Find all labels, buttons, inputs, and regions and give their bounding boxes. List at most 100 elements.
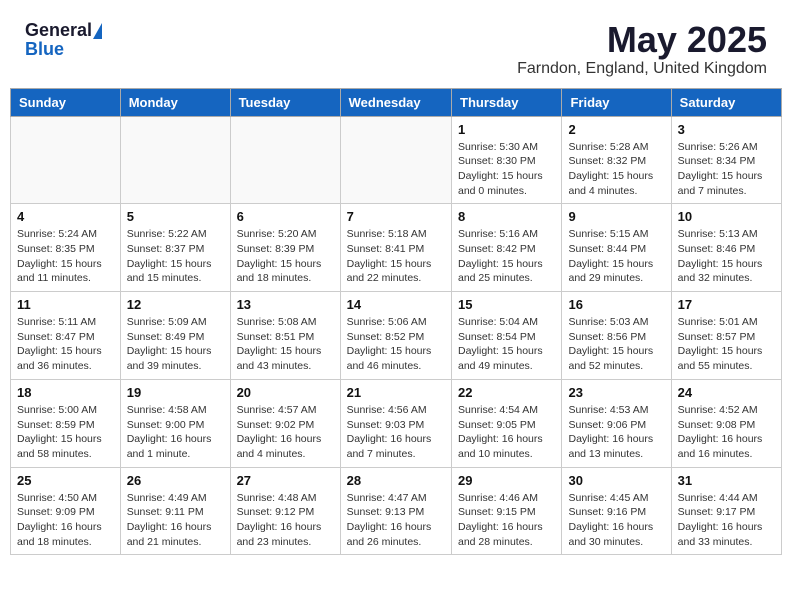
day-number: 11 xyxy=(17,297,114,312)
day-number: 17 xyxy=(678,297,775,312)
day-number: 14 xyxy=(347,297,445,312)
calendar-cell: 15 Sunrise: 5:04 AM Sunset: 8:54 PM Dayli… xyxy=(452,292,562,380)
day-info: Sunrise: 5:11 AM Sunset: 8:47 PM Dayligh… xyxy=(17,315,114,374)
day-info: Sunrise: 5:16 AM Sunset: 8:42 PM Dayligh… xyxy=(458,227,555,286)
day-number: 13 xyxy=(237,297,334,312)
calendar-week-row-5: 25 Sunrise: 4:50 AM Sunset: 9:09 PM Dayli… xyxy=(11,467,782,555)
calendar-cell xyxy=(11,116,121,204)
calendar-cell: 9 Sunrise: 5:15 AM Sunset: 8:44 PM Daylig… xyxy=(562,204,671,292)
day-info: Sunrise: 4:45 AM Sunset: 9:16 PM Dayligh… xyxy=(568,491,664,550)
calendar-cell xyxy=(230,116,340,204)
day-info: Sunrise: 4:48 AM Sunset: 9:12 PM Dayligh… xyxy=(237,491,334,550)
day-number: 20 xyxy=(237,385,334,400)
calendar-cell: 26 Sunrise: 4:49 AM Sunset: 9:11 PM Dayli… xyxy=(120,467,230,555)
day-number: 24 xyxy=(678,385,775,400)
day-number: 4 xyxy=(17,209,114,224)
weekday-header-monday: Monday xyxy=(120,88,230,116)
calendar-cell: 7 Sunrise: 5:18 AM Sunset: 8:41 PM Daylig… xyxy=(340,204,451,292)
logo-general-text: General xyxy=(25,20,92,41)
calendar-cell: 23Sunrise: 4:53 AM Sunset: 9:06 PM Dayli… xyxy=(562,379,671,467)
calendar-cell: 24 Sunrise: 4:52 AM Sunset: 9:08 PM Dayli… xyxy=(671,379,781,467)
day-number: 21 xyxy=(347,385,445,400)
calendar-cell: 30 Sunrise: 4:45 AM Sunset: 9:16 PM Dayli… xyxy=(562,467,671,555)
page-header: General Blue May 2025 Farndon, England, … xyxy=(10,10,782,83)
day-number: 1 xyxy=(458,122,555,137)
calendar-table: SundayMondayTuesdayWednesdayThursdayFrid… xyxy=(10,88,782,556)
calendar-cell: 29 Sunrise: 4:46 AM Sunset: 9:15 PM Dayli… xyxy=(452,467,562,555)
day-number: 28 xyxy=(347,473,445,488)
calendar-cell: 25 Sunrise: 4:50 AM Sunset: 9:09 PM Dayli… xyxy=(11,467,121,555)
calendar-cell: 8 Sunrise: 5:16 AM Sunset: 8:42 PM Daylig… xyxy=(452,204,562,292)
day-info: Sunrise: 4:46 AM Sunset: 9:15 PM Dayligh… xyxy=(458,491,555,550)
day-number: 19 xyxy=(127,385,224,400)
day-info: Sunrise: 4:50 AM Sunset: 9:09 PM Dayligh… xyxy=(17,491,114,550)
calendar-cell: 2Sunrise: 5:28 AM Sunset: 8:32 PM Daylig… xyxy=(562,116,671,204)
calendar-cell xyxy=(340,116,451,204)
calendar-cell: 3Sunrise: 5:26 AM Sunset: 8:34 PM Daylig… xyxy=(671,116,781,204)
day-info: Sunrise: 5:03 AM Sunset: 8:56 PM Dayligh… xyxy=(568,315,664,374)
day-number: 27 xyxy=(237,473,334,488)
weekday-header-friday: Friday xyxy=(562,88,671,116)
day-info: Sunrise: 4:56 AM Sunset: 9:03 PM Dayligh… xyxy=(347,403,445,462)
day-info: Sunrise: 4:47 AM Sunset: 9:13 PM Dayligh… xyxy=(347,491,445,550)
day-number: 31 xyxy=(678,473,775,488)
day-info: Sunrise: 5:01 AM Sunset: 8:57 PM Dayligh… xyxy=(678,315,775,374)
weekday-header-thursday: Thursday xyxy=(452,88,562,116)
calendar-cell: 16 Sunrise: 5:03 AM Sunset: 8:56 PM Dayli… xyxy=(562,292,671,380)
day-number: 25 xyxy=(17,473,114,488)
day-info: Sunrise: 5:18 AM Sunset: 8:41 PM Dayligh… xyxy=(347,227,445,286)
day-number: 18 xyxy=(17,385,114,400)
day-info: Sunrise: 5:00 AM Sunset: 8:59 PM Dayligh… xyxy=(17,403,114,462)
calendar-cell: 10 Sunrise: 5:13 AM Sunset: 8:46 PM Dayli… xyxy=(671,204,781,292)
logo-triangle-icon xyxy=(93,23,102,39)
day-number: 9 xyxy=(568,209,664,224)
calendar-cell: 14 Sunrise: 5:06 AM Sunset: 8:52 PM Dayli… xyxy=(340,292,451,380)
day-number: 29 xyxy=(458,473,555,488)
calendar-cell: 6 Sunrise: 5:20 AM Sunset: 8:39 PM Daylig… xyxy=(230,204,340,292)
day-info: Sunrise: 5:08 AM Sunset: 8:51 PM Dayligh… xyxy=(237,315,334,374)
day-number: 6 xyxy=(237,209,334,224)
day-info: Sunrise: 5:30 AM Sunset: 8:30 PM Dayligh… xyxy=(458,140,555,199)
day-info: Sunrise: 5:06 AM Sunset: 8:52 PM Dayligh… xyxy=(347,315,445,374)
day-info: Sunrise: 4:49 AM Sunset: 9:11 PM Dayligh… xyxy=(127,491,224,550)
calendar-cell: 28 Sunrise: 4:47 AM Sunset: 9:13 PM Dayli… xyxy=(340,467,451,555)
weekday-header-wednesday: Wednesday xyxy=(340,88,451,116)
day-info: Sunrise: 4:52 AM Sunset: 9:08 PM Dayligh… xyxy=(678,403,775,462)
calendar-cell: 19Sunrise: 4:58 AM Sunset: 9:00 PM Dayli… xyxy=(120,379,230,467)
calendar-cell: 13 Sunrise: 5:08 AM Sunset: 8:51 PM Dayli… xyxy=(230,292,340,380)
title-block: May 2025 Farndon, England, United Kingdo… xyxy=(517,20,767,78)
calendar-cell: 20 Sunrise: 4:57 AM Sunset: 9:02 PM Dayli… xyxy=(230,379,340,467)
day-number: 5 xyxy=(127,209,224,224)
day-number: 2 xyxy=(568,122,664,137)
calendar-cell: 1 Sunrise: 5:30 AM Sunset: 8:30 PM Daylig… xyxy=(452,116,562,204)
day-info: Sunrise: 5:26 AM Sunset: 8:34 PM Dayligh… xyxy=(678,140,775,199)
calendar-cell: 5 Sunrise: 5:22 AM Sunset: 8:37 PM Daylig… xyxy=(120,204,230,292)
day-number: 15 xyxy=(458,297,555,312)
day-info: Sunrise: 5:13 AM Sunset: 8:46 PM Dayligh… xyxy=(678,227,775,286)
calendar-cell: 4Sunrise: 5:24 AM Sunset: 8:35 PM Daylig… xyxy=(11,204,121,292)
day-number: 16 xyxy=(568,297,664,312)
day-info: Sunrise: 4:57 AM Sunset: 9:02 PM Dayligh… xyxy=(237,403,334,462)
calendar-cell: 11 Sunrise: 5:11 AM Sunset: 8:47 PM Dayli… xyxy=(11,292,121,380)
day-number: 7 xyxy=(347,209,445,224)
day-info: Sunrise: 5:04 AM Sunset: 8:54 PM Dayligh… xyxy=(458,315,555,374)
weekday-header-tuesday: Tuesday xyxy=(230,88,340,116)
calendar-cell: 18 Sunrise: 5:00 AM Sunset: 8:59 PM Dayli… xyxy=(11,379,121,467)
day-number: 22 xyxy=(458,385,555,400)
calendar-cell: 31Sunrise: 4:44 AM Sunset: 9:17 PM Dayli… xyxy=(671,467,781,555)
day-number: 26 xyxy=(127,473,224,488)
day-number: 10 xyxy=(678,209,775,224)
calendar-week-row-4: 18 Sunrise: 5:00 AM Sunset: 8:59 PM Dayli… xyxy=(11,379,782,467)
day-info: Sunrise: 5:20 AM Sunset: 8:39 PM Dayligh… xyxy=(237,227,334,286)
day-info: Sunrise: 5:22 AM Sunset: 8:37 PM Dayligh… xyxy=(127,227,224,286)
calendar-cell: 27 Sunrise: 4:48 AM Sunset: 9:12 PM Dayli… xyxy=(230,467,340,555)
day-info: Sunrise: 4:54 AM Sunset: 9:05 PM Dayligh… xyxy=(458,403,555,462)
weekday-header-sunday: Sunday xyxy=(11,88,121,116)
day-number: 30 xyxy=(568,473,664,488)
calendar-week-row-1: 1 Sunrise: 5:30 AM Sunset: 8:30 PM Daylig… xyxy=(11,116,782,204)
day-number: 12 xyxy=(127,297,224,312)
day-info: Sunrise: 5:15 AM Sunset: 8:44 PM Dayligh… xyxy=(568,227,664,286)
calendar-cell xyxy=(120,116,230,204)
calendar-cell: 17 Sunrise: 5:01 AM Sunset: 8:57 PM Dayli… xyxy=(671,292,781,380)
day-number: 8 xyxy=(458,209,555,224)
